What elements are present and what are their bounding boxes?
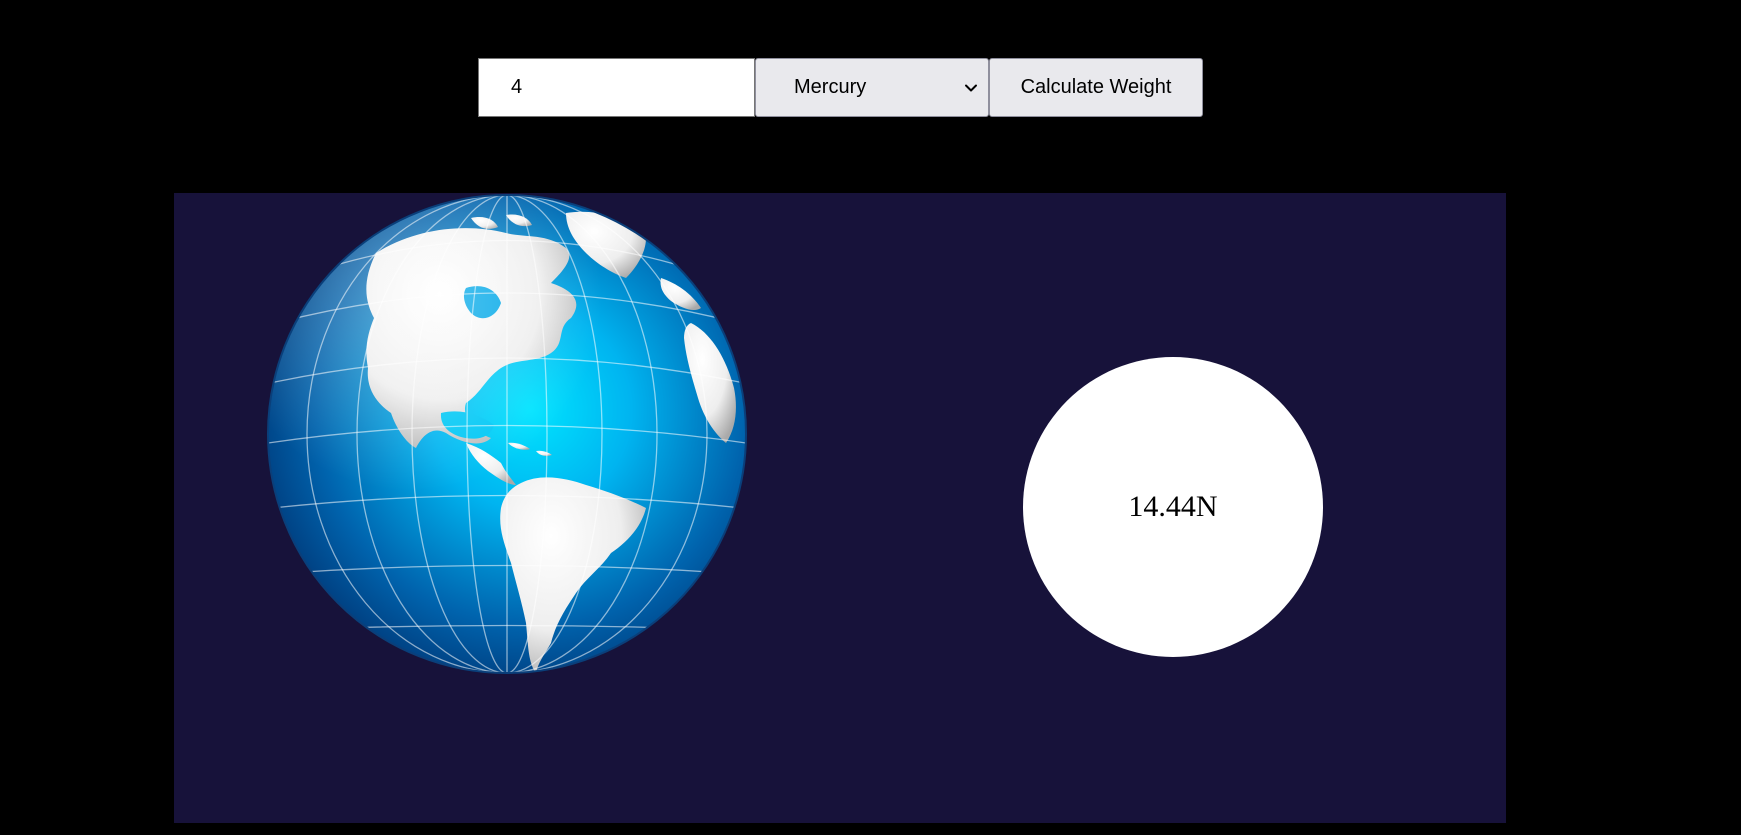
- calculate-weight-button[interactable]: Calculate Weight: [989, 58, 1203, 117]
- weight-result-circle: 14.44N: [1023, 357, 1323, 657]
- planet-select[interactable]: Mercury: [755, 58, 989, 117]
- weight-form: Mercury Calculate Weight: [478, 58, 1203, 117]
- mass-input[interactable]: [478, 58, 755, 117]
- planet-select-value: Mercury: [794, 76, 867, 98]
- planet-stage: 14.44N: [174, 193, 1506, 823]
- chevron-down-icon: [965, 84, 977, 91]
- earth-globe-icon: [267, 194, 747, 674]
- weight-result-text: 14.44N: [1128, 490, 1218, 523]
